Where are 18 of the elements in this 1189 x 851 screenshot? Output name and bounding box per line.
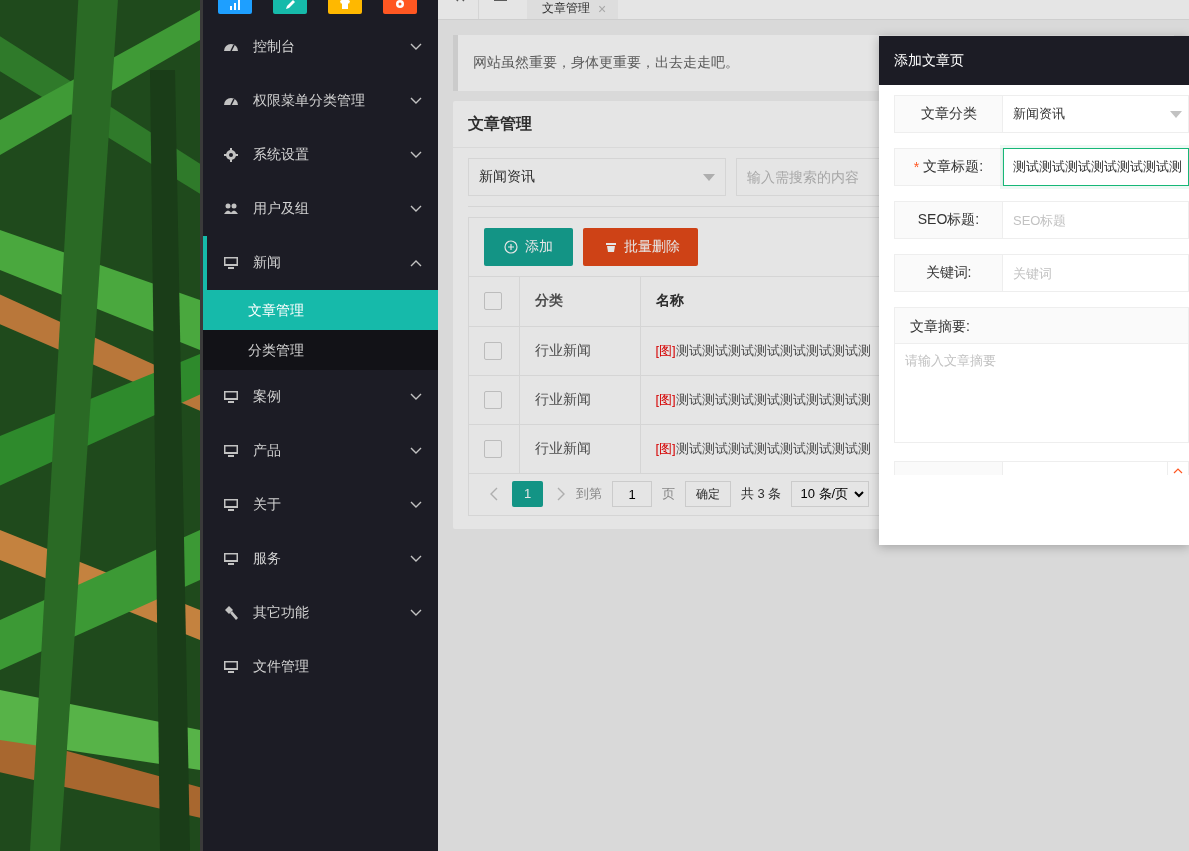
field-label: 关键词: <box>894 254 1003 292</box>
page-label: 页 <box>662 485 675 503</box>
table-cell: 行业新闻 <box>534 439 591 456</box>
total-count: 共 3 条 <box>741 485 782 503</box>
goto-label: 到第 <box>576 485 602 503</box>
field-label: SEO标题: <box>894 201 1003 239</box>
table-cell: [图]测试测试测试测试测试测试测试测 <box>655 440 871 456</box>
table-cell: [图]测试测试测试测试测试测试测试测 <box>655 342 871 358</box>
required-mark: * <box>913 159 920 175</box>
field-label: * 文章标题: <box>894 148 1003 186</box>
table-cell: 行业新闻 <box>534 390 591 407</box>
column-header: 名称 <box>655 292 684 309</box>
table-cell: 行业新闻 <box>534 341 591 358</box>
field-label: 文章摘要: <box>894 307 1189 344</box>
column-header: 分类 <box>534 292 563 309</box>
field-label: 文章分类 <box>894 95 1003 133</box>
table-cell: [图]测试测试测试测试测试测试测试测 <box>655 391 871 407</box>
dialog-title: 添加文章页 <box>879 36 1189 85</box>
